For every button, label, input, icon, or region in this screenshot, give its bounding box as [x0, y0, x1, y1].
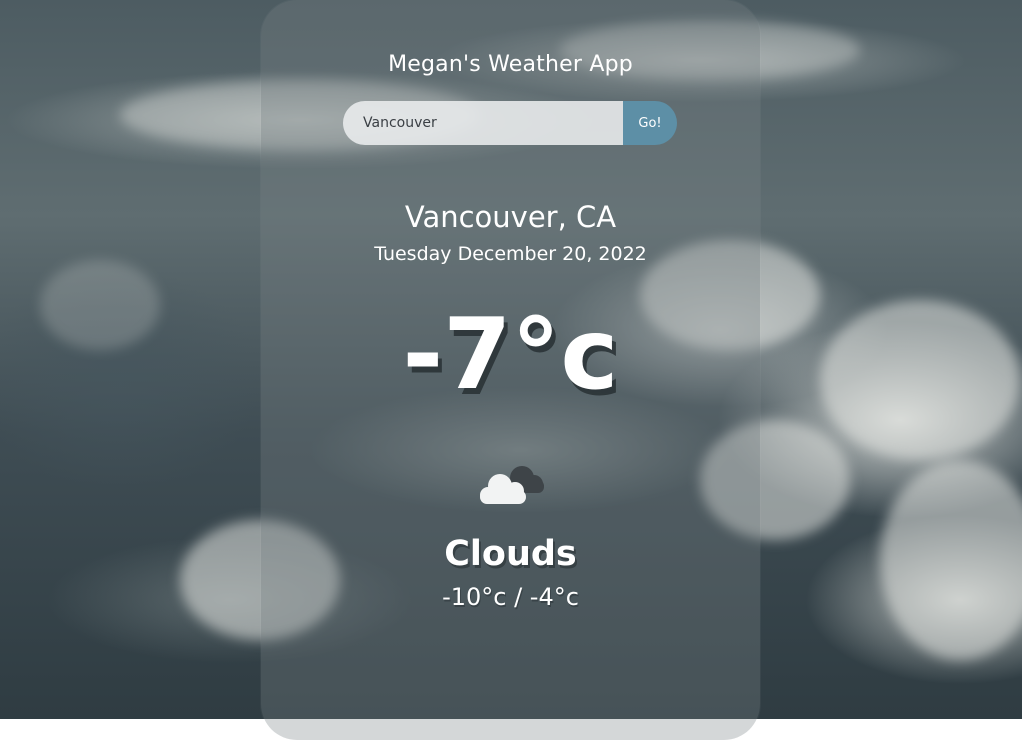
- city-search-input[interactable]: [343, 101, 623, 145]
- temperature-range: -10°c / -4°c: [442, 583, 579, 611]
- search-bar: Go!: [343, 101, 677, 145]
- weather-condition: Clouds: [444, 534, 577, 574]
- location-heading: Vancouver, CA: [404, 200, 617, 234]
- clouds-icon: [470, 458, 550, 514]
- current-temperature: -7°c: [402, 298, 619, 412]
- go-button[interactable]: Go!: [623, 101, 677, 145]
- app-title: Megan's Weather App: [388, 52, 633, 77]
- current-date: Tuesday December 20, 2022: [374, 243, 647, 265]
- weather-card: Megan's Weather App Go! Vancouver, CA Tu…: [261, 0, 760, 740]
